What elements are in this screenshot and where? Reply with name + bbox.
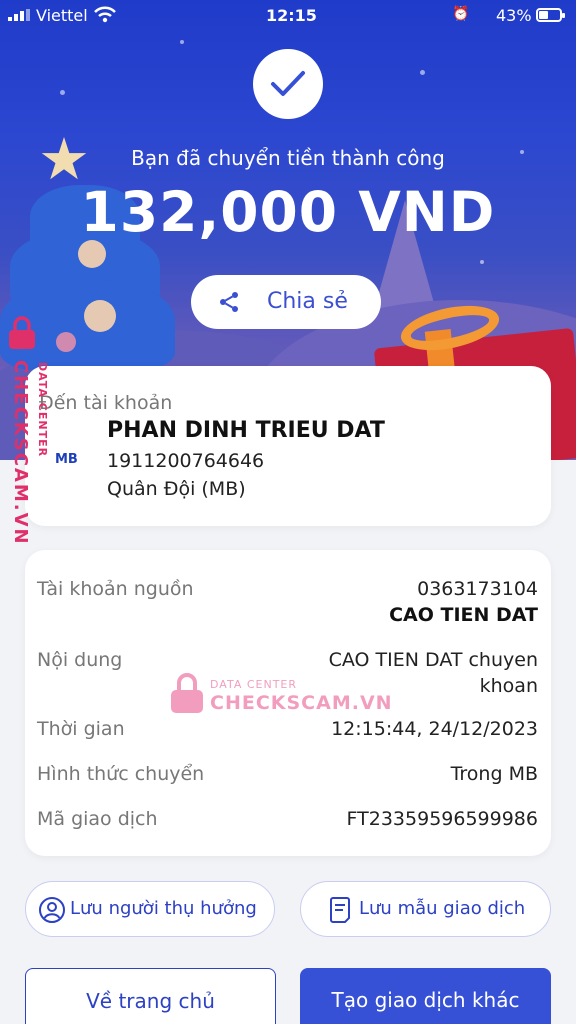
save-template-label: Lưu mẫu giao dịch [359, 898, 526, 919]
content-label: Nội dung [37, 649, 123, 671]
new-transaction-label: Tạo giao dịch khác [331, 988, 520, 1012]
time-label: Thời gian [37, 718, 125, 740]
recipient-card: Đến tài khoản MB PHAN DINH TRIEU DAT 191… [25, 366, 551, 526]
home-button[interactable]: Về trang chủ [25, 968, 276, 1024]
carrier-name: Viettel [36, 6, 88, 25]
alarm-icon: ⏰ [452, 6, 470, 22]
content-value-line2: khoan [479, 675, 538, 697]
save-template-button[interactable]: Lưu mẫu giao dịch [300, 881, 551, 937]
save-recipient-button[interactable]: Lưu người thụ hưởng [25, 881, 275, 937]
recipient-label: Đến tài khoản [39, 392, 173, 414]
share-label: Chia sẻ [267, 289, 348, 314]
source-account-number: 0363173104 [417, 578, 538, 600]
document-icon [330, 897, 350, 923]
battery-icon [536, 8, 565, 22]
time-value: 12:15:44, 24/12/2023 [331, 718, 538, 740]
status-bar: Viettel 12:15 ⏰ 43% [0, 0, 576, 32]
lock-icon [171, 673, 203, 713]
success-message: Bạn đã chuyển tiền thành công [131, 146, 445, 170]
watermark-subtitle: DATA CENTER [210, 678, 298, 691]
share-icon [220, 292, 238, 312]
transaction-id-value: FT23359596599986 [346, 808, 538, 830]
mb-bank-logo: MB [55, 452, 78, 467]
new-transaction-button[interactable]: Tạo giao dịch khác [300, 968, 551, 1024]
transaction-id-label: Mã giao dịch [37, 808, 158, 830]
recipient-bank-name: Quân Đội (MB) [107, 478, 246, 500]
signal-icon [8, 9, 30, 21]
share-button[interactable]: Chia sẻ [191, 275, 381, 329]
save-recipient-label: Lưu người thụ hưởng [70, 898, 257, 919]
watermark-vertical: CHECKSCAM.VN DATA CENTER [4, 316, 49, 566]
transfer-method-label: Hình thức chuyển [37, 763, 205, 785]
snowflake [180, 40, 184, 44]
snowflake [480, 260, 484, 264]
watermark-brand: CHECKSCAM.VN [10, 360, 31, 546]
watermark-center: DATA CENTER CHECKSCAM.VN [170, 672, 392, 720]
clock: 12:15 [266, 6, 317, 25]
lock-icon [9, 316, 35, 349]
wifi-icon [94, 6, 116, 23]
home-button-label: Về trang chủ [86, 989, 215, 1013]
user-circle-icon [39, 897, 65, 923]
recipient-name: PHAN DINH TRIEU DAT [107, 418, 385, 443]
snowflake [420, 70, 425, 75]
content-value-line1: CAO TIEN DAT chuyen [328, 649, 538, 671]
watermark-subtitle: DATA CENTER [36, 362, 49, 458]
transfer-amount: 132,000 VND [80, 180, 496, 244]
snowflake [60, 90, 65, 95]
battery-level [539, 11, 548, 19]
source-account-label: Tài khoản nguồn [37, 578, 194, 600]
watermark-brand: CHECKSCAM.VN [210, 692, 393, 714]
recipient-account-number: 1911200764646 [107, 450, 265, 472]
success-check-icon [253, 49, 323, 119]
source-account-name: CAO TIEN DAT [389, 604, 538, 626]
battery-percentage: 43% [496, 6, 532, 25]
transfer-method-value: Trong MB [450, 763, 538, 785]
